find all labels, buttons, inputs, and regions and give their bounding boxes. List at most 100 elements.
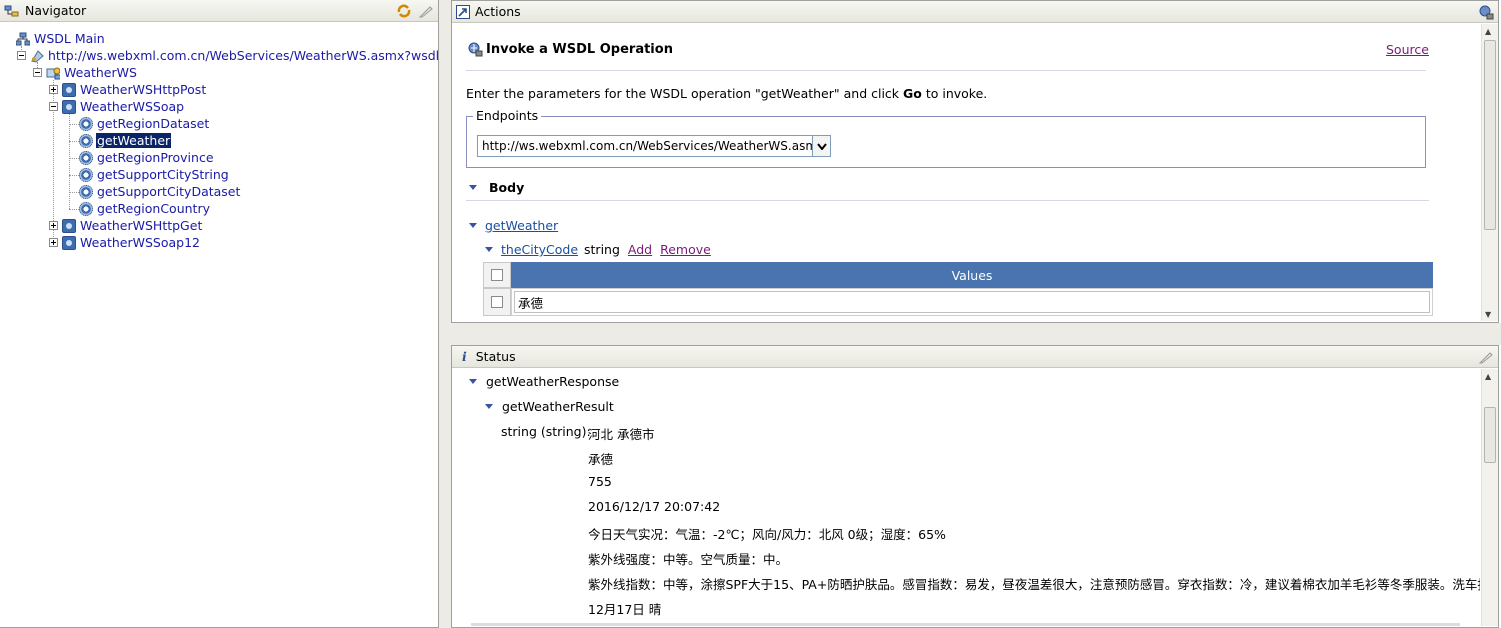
status-title: Status bbox=[475, 349, 516, 364]
response-node: getWeatherResponse bbox=[469, 374, 619, 389]
collapse-triangle-icon[interactable] bbox=[485, 247, 493, 252]
collapse-triangle-icon[interactable] bbox=[469, 379, 477, 384]
clear-icon[interactable] bbox=[418, 3, 434, 19]
tree-item-getregioncountry[interactable]: getRegionCountry bbox=[79, 200, 211, 217]
tree-item-weatherwshttppost[interactable]: WeatherWSHttpPost bbox=[49, 81, 207, 98]
source-link[interactable]: Source bbox=[1386, 42, 1429, 57]
tree-item-weatherws[interactable]: WeatherWS bbox=[33, 64, 138, 81]
vertical-sash[interactable] bbox=[439, 0, 451, 628]
navigator-icon bbox=[4, 5, 19, 16]
tree-item-wsdl-url[interactable]: http://ws.webxml.com.cn/WebServices/Weat… bbox=[17, 47, 440, 64]
collapse-triangle-icon[interactable] bbox=[469, 185, 477, 190]
status-content: getWeatherResponse getWeatherResult stri… bbox=[453, 369, 1480, 626]
scroll-thumb[interactable] bbox=[1484, 407, 1496, 463]
status-panel: i Status getWeatherResponse getWeatherRe… bbox=[451, 345, 1499, 628]
scroll-thumb[interactable] bbox=[1484, 40, 1496, 230]
add-link[interactable]: Add bbox=[628, 242, 652, 257]
result-line: 河北 承德市 bbox=[588, 427, 655, 442]
status-horizontal-scrollbar[interactable] bbox=[471, 623, 1460, 626]
tree-item-label: WeatherWSHttpGet bbox=[80, 218, 203, 233]
operation-icon bbox=[79, 167, 93, 182]
binding-icon bbox=[62, 235, 76, 250]
body-label: Body bbox=[489, 180, 525, 195]
operation-icon bbox=[79, 116, 93, 131]
row-checkbox[interactable] bbox=[483, 288, 511, 316]
tree-item-label: http://ws.webxml.com.cn/WebServices/Weat… bbox=[48, 48, 440, 63]
tree-item-label: WSDL Main bbox=[34, 31, 105, 46]
wsdl-globe-icon[interactable] bbox=[1478, 4, 1494, 20]
expand-icon[interactable] bbox=[49, 85, 58, 94]
collapse-icon[interactable] bbox=[33, 68, 42, 77]
parameter-link[interactable]: theCityCode bbox=[501, 242, 578, 257]
tree-item-label: WeatherWSSoap12 bbox=[80, 235, 201, 250]
tree-item-weatherwshttpget[interactable]: WeatherWSHttpGet bbox=[49, 217, 203, 234]
scroll-up-icon[interactable]: ▲ bbox=[1485, 372, 1491, 381]
tree-item-weatherwssoap12[interactable]: WeatherWSSoap12 bbox=[49, 234, 201, 251]
navigator-title: Navigator bbox=[25, 3, 87, 18]
value-cell: 承德 bbox=[511, 288, 1433, 316]
result-line: 紫外线指数：中等，涂擦SPF大于15、PA+防晒护肤品。感冒指数：易发，昼夜温差… bbox=[588, 577, 1480, 592]
binding-icon bbox=[62, 99, 76, 114]
operation-link[interactable]: getWeather bbox=[485, 218, 558, 233]
operation-icon bbox=[79, 133, 93, 148]
tree-item-label: WeatherWSSoap bbox=[80, 99, 185, 114]
service-icon bbox=[46, 67, 60, 79]
tree-item-label: getSupportCityString bbox=[97, 167, 229, 182]
result-node: getWeatherResult bbox=[485, 399, 614, 414]
tree-item-label: getRegionProvince bbox=[97, 150, 214, 165]
operation-icon bbox=[79, 201, 93, 216]
expand-icon[interactable] bbox=[49, 238, 58, 247]
tree-item-getregionprovince[interactable]: getRegionProvince bbox=[79, 149, 215, 166]
tree-item-weatherwssoap[interactable]: WeatherWSSoap bbox=[49, 98, 185, 115]
status-scrollbar[interactable]: ▲ bbox=[1481, 369, 1498, 626]
tree-item-label: WeatherWSHttpPost bbox=[80, 82, 207, 97]
tree-item-wsdl-main[interactable]: WSDL Main bbox=[16, 30, 106, 47]
tree-item-getsupportcitydataset[interactable]: getSupportCityDataset bbox=[79, 183, 241, 200]
tree-item-label: getRegionDataset bbox=[97, 116, 210, 131]
collapse-triangle-icon[interactable] bbox=[485, 404, 493, 409]
values-header: Values bbox=[511, 262, 1433, 288]
table-row: 承德 bbox=[483, 288, 1433, 316]
operation-title: Invoke a WSDL Operation bbox=[467, 41, 673, 57]
result-line: 755 bbox=[588, 474, 612, 489]
scroll-down-icon[interactable]: ▼ bbox=[1485, 310, 1491, 319]
endpoint-select[interactable]: http://ws.webxml.com.cn/WebServices/Weat… bbox=[477, 135, 831, 157]
status-titlebar: i Status bbox=[452, 346, 1498, 368]
horizontal-sash[interactable] bbox=[451, 323, 1501, 345]
tree-item-getregiondataset[interactable]: getRegionDataset bbox=[79, 115, 210, 132]
parameter-type: string bbox=[584, 242, 620, 257]
expand-icon[interactable] bbox=[49, 221, 58, 230]
operation-title-text: Invoke a WSDL Operation bbox=[486, 41, 673, 57]
tree-item-getsupportcitystring[interactable]: getSupportCityString bbox=[79, 166, 230, 183]
app-window: Navigator WSDL Main http://ws.webxml.com… bbox=[0, 0, 1501, 628]
remove-link[interactable]: Remove bbox=[660, 242, 711, 257]
collapse-icon[interactable] bbox=[49, 102, 58, 111]
clear-status-icon[interactable] bbox=[1478, 349, 1494, 365]
wsdl-main-icon bbox=[16, 32, 30, 45]
collapse-triangle-icon[interactable] bbox=[469, 223, 477, 228]
binding-icon bbox=[62, 82, 76, 97]
tree-item-label: getRegionCountry bbox=[97, 201, 210, 216]
binding-icon bbox=[62, 218, 76, 233]
value-input[interactable]: 承德 bbox=[514, 291, 1430, 313]
refresh-icon[interactable] bbox=[396, 3, 412, 19]
operation-element: getWeather bbox=[469, 218, 558, 233]
operation-icon bbox=[79, 184, 93, 199]
wsdl-file-icon bbox=[31, 49, 44, 63]
result-line: 2016/12/17 20:07:42 bbox=[588, 499, 721, 514]
actions-title: Actions bbox=[475, 4, 521, 19]
string-type-label: string (string): bbox=[501, 424, 591, 439]
info-icon: i bbox=[462, 349, 467, 364]
collapse-icon[interactable] bbox=[17, 51, 26, 60]
endpoints-group: Endpoints http://ws.webxml.com.cn/WebSer… bbox=[466, 108, 1426, 168]
select-all-checkbox[interactable] bbox=[483, 262, 511, 288]
instruction-go: Go bbox=[903, 86, 922, 101]
chevron-down-icon[interactable] bbox=[812, 136, 830, 156]
tree-item-getweather[interactable]: getWeather bbox=[79, 132, 172, 149]
actions-scrollbar[interactable]: ▲ ▼ bbox=[1481, 24, 1498, 321]
scroll-up-icon[interactable]: ▲ bbox=[1485, 27, 1491, 36]
endpoint-select-value: http://ws.webxml.com.cn/WebServices/Weat… bbox=[482, 139, 825, 153]
response-label: getWeatherResponse bbox=[486, 374, 620, 389]
body-section-header[interactable]: Body bbox=[469, 180, 524, 195]
actions-icon bbox=[456, 4, 470, 19]
